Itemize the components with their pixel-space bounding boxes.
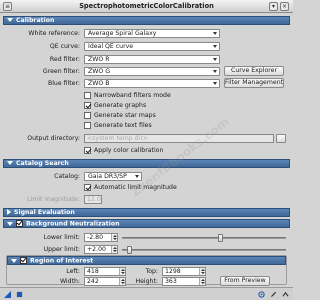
upper-limit-spinbox[interactable]: +2.00	[84, 245, 118, 254]
section-region-of-interest[interactable]: Region of Interest	[7, 256, 286, 265]
bottom-toolbar	[0, 287, 293, 300]
chevron-down-icon	[213, 32, 217, 35]
green-filter-label: Green filter:	[42, 68, 80, 75]
generate-graphs-label: Generate graphs	[94, 102, 147, 109]
from-preview-button[interactable]: From Preview	[220, 276, 270, 286]
generate-star-maps-checkbox[interactable]	[84, 112, 91, 119]
section-calibration-label: Calibration	[16, 17, 55, 24]
roi-height-spinbox[interactable]: 363	[162, 277, 206, 286]
red-filter-value: ZWO R	[88, 56, 110, 63]
generate-star-maps-label: Generate star maps	[94, 112, 156, 119]
chevron-down-icon	[135, 175, 139, 178]
green-filter-select[interactable]: ZWO G	[84, 67, 220, 76]
white-reference-value: Average Spiral Galaxy	[88, 30, 157, 37]
catalog-select[interactable]: Gaia DR3/SP	[84, 172, 142, 181]
roi-top-value: 1298	[165, 268, 181, 275]
automatic-limit-checkbox[interactable]	[84, 184, 91, 191]
collapse-arrow-icon	[7, 18, 13, 22]
filter-management-button[interactable]: Filter Management	[224, 78, 284, 88]
upper-limit-slider-handle[interactable]	[126, 246, 132, 254]
folder-icon[interactable]	[276, 134, 286, 143]
chevron-down-icon	[213, 70, 217, 73]
collapse-arrow-icon	[11, 258, 17, 263]
window-title: SpectrophotometricColorCalibration	[79, 2, 214, 10]
upper-limit-value: +2.00	[87, 246, 106, 253]
red-filter-select[interactable]: ZWO R	[84, 55, 220, 64]
generate-text-files-checkbox[interactable]	[84, 122, 91, 129]
red-filter-label: Red filter:	[49, 56, 80, 63]
section-background-neutralization[interactable]: Background Neutralization	[3, 219, 290, 228]
spin-arrows-icon[interactable]	[199, 268, 205, 275]
catalog-value: Gaia DR3/SP	[88, 173, 127, 180]
collapse-arrow-icon	[7, 161, 13, 165]
spin-arrows-icon[interactable]	[119, 278, 125, 285]
section-region-of-interest-label: Region of Interest	[30, 257, 94, 265]
reset-icon[interactable]	[258, 291, 265, 298]
roi-width-label: Width:	[59, 278, 80, 285]
blue-filter-label: Blue filter:	[47, 80, 80, 87]
section-background-neutralization-label: Background Neutralization	[26, 220, 120, 228]
catalog-label: Catalog:	[54, 173, 80, 180]
collapse-arrow-icon	[7, 221, 13, 226]
expand-arrow-icon	[7, 209, 11, 215]
limit-magnitude-label: Limit magnitude:	[27, 196, 80, 203]
close-icon[interactable]: ×	[280, 2, 289, 11]
roi-height-label: Height:	[135, 278, 158, 285]
spin-arrows-icon[interactable]	[199, 278, 205, 285]
qe-curve-value: Ideal QE curve	[88, 43, 134, 50]
curve-explorer-button[interactable]: Curve Explorer	[224, 66, 284, 76]
white-reference-label: White reference:	[28, 30, 80, 37]
white-reference-select[interactable]: Average Spiral Galaxy	[84, 29, 220, 38]
lower-limit-value: -2.80	[87, 234, 104, 241]
roi-left-spinbox[interactable]: 418	[84, 267, 126, 276]
edit-icon[interactable]	[270, 291, 277, 298]
chevron-down-icon	[213, 82, 217, 85]
lower-limit-slider-handle[interactable]	[218, 234, 224, 242]
spin-arrows-icon[interactable]	[111, 246, 117, 253]
narrowband-label: Narrowband filters mode	[94, 92, 171, 99]
background-neutralization-checkbox[interactable]	[16, 220, 23, 227]
lower-limit-slider[interactable]	[122, 237, 286, 239]
minimize-icon[interactable]: ▾	[269, 2, 278, 11]
roi-width-value: 242	[87, 278, 99, 285]
chevron-down-icon	[213, 58, 217, 61]
lower-limit-label: Lower limit:	[43, 234, 80, 241]
spin-arrows-icon[interactable]	[119, 268, 125, 275]
limit-magnitude-field[interactable]: 12.0	[84, 195, 102, 204]
generate-graphs-checkbox[interactable]	[84, 102, 91, 109]
section-signal-evaluation[interactable]: Signal Evaluation	[3, 208, 290, 217]
lower-limit-spinbox[interactable]: -2.80	[84, 233, 118, 242]
section-calibration[interactable]: Calibration	[3, 16, 290, 25]
section-signal-evaluation-label: Signal Evaluation	[14, 209, 75, 216]
spin-arrows-icon[interactable]	[111, 234, 117, 241]
roi-left-value: 418	[87, 268, 99, 275]
apply-global-icon[interactable]	[16, 291, 23, 298]
apply-color-calibration-checkbox[interactable]	[84, 147, 91, 154]
apply-color-calibration-label: Apply color calibration	[94, 147, 164, 154]
roi-height-value: 363	[165, 278, 177, 285]
section-catalog-search[interactable]: Catalog Search	[3, 159, 290, 168]
blue-filter-value: ZWO B	[88, 80, 110, 87]
roi-left-label: Left:	[66, 268, 80, 275]
qe-curve-label: QE curve:	[49, 43, 80, 50]
blue-filter-select[interactable]: ZWO B	[84, 79, 220, 88]
title-bar: ≡ SpectrophotometricColorCalibration ▾ ×	[0, 0, 293, 13]
qe-curve-select[interactable]: Ideal QE curve	[84, 42, 220, 51]
output-directory-label: Output directory:	[27, 135, 80, 142]
upper-limit-label: Upper limit:	[43, 246, 80, 253]
roi-top-spinbox[interactable]: 1298	[162, 267, 206, 276]
narrowband-checkbox[interactable]	[84, 92, 91, 99]
roi-top-label: Top:	[145, 268, 158, 275]
generate-text-files-label: Generate text files	[94, 122, 152, 129]
chevron-down-icon	[213, 45, 217, 48]
documentation-icon[interactable]	[282, 291, 289, 298]
new-instance-icon[interactable]	[4, 291, 11, 298]
region-of-interest-checkbox[interactable]	[20, 257, 27, 264]
green-filter-value: ZWO G	[88, 68, 110, 75]
roi-width-spinbox[interactable]: 242	[84, 277, 126, 286]
section-catalog-search-label: Catalog Search	[16, 160, 69, 167]
output-directory-field[interactable]: <system temp dir>	[84, 134, 274, 143]
upper-limit-slider[interactable]	[122, 249, 286, 251]
